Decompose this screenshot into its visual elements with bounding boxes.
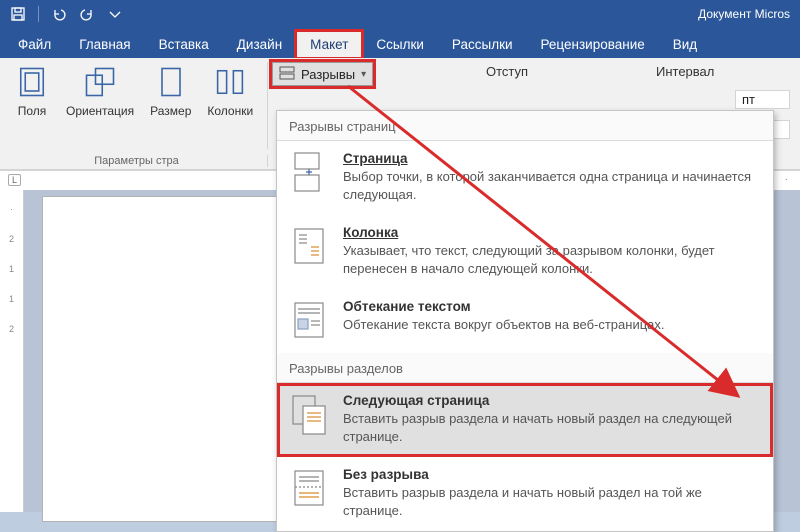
qat-separator <box>38 6 39 22</box>
margins-button[interactable]: Поля <box>6 62 58 118</box>
break-wrap-title: Обтекание текстом <box>343 299 665 314</box>
vertical-ruler[interactable]: · 2 1 1 2 <box>0 190 24 512</box>
columns-icon <box>212 64 248 100</box>
page-break-icon <box>289 151 329 193</box>
titlebar: Документ Micros <box>0 0 800 28</box>
chevron-down-icon: ▾ <box>361 69 366 80</box>
margins-icon <box>14 64 50 100</box>
column-break-icon <box>289 225 329 267</box>
page-breaks-section: Разрывы страниц <box>277 111 773 141</box>
break-page-title: Страница <box>343 151 761 166</box>
tab-home[interactable]: Главная <box>65 31 144 58</box>
page-setup-group: Поля Ориентация Размер Колонки <box>6 62 268 149</box>
break-column-item[interactable]: Колонка Указывает, что текст, следующий … <box>277 215 773 289</box>
document-page[interactable] <box>42 196 302 522</box>
break-continuous-desc: Вставить разрыв раздела и начать новый р… <box>343 484 761 519</box>
section-breaks-section: Разрывы разделов <box>277 353 773 383</box>
spacing-before-field[interactable]: пт <box>735 90 790 109</box>
paragraph-group: Отступ Интервал <box>486 64 528 79</box>
break-page-desc: Выбор точки, в которой заканчивается одн… <box>343 168 761 203</box>
spacing-label: Интервал <box>656 64 714 79</box>
break-next-page-desc: Вставить разрыв раздела и начать новый р… <box>343 410 761 445</box>
break-column-title: Колонка <box>343 225 761 240</box>
tab-design[interactable]: Дизайн <box>223 31 296 58</box>
break-wrap-item[interactable]: Обтекание текстом Обтекание текста вокру… <box>277 289 773 353</box>
break-continuous-item[interactable]: Без разрыва Вставить разрыв раздела и на… <box>277 457 773 531</box>
breaks-icon <box>279 66 295 83</box>
text-wrap-icon <box>289 299 329 341</box>
margins-label: Поля <box>18 104 47 118</box>
columns-label: Колонки <box>207 104 253 118</box>
break-column-desc: Указывает, что текст, следующий за разры… <box>343 242 761 277</box>
next-page-break-icon <box>289 393 329 435</box>
break-page-item[interactable]: Страница Выбор точки, в которой заканчив… <box>277 141 773 215</box>
ribbon-tabs: Файл Главная Вставка Дизайн Макет Ссылки… <box>0 28 800 58</box>
indent-label: Отступ <box>486 64 528 79</box>
size-label: Размер <box>150 104 191 118</box>
breaks-label: Разрывы <box>301 67 355 82</box>
break-wrap-desc: Обтекание текста вокруг объектов на веб-… <box>343 316 665 334</box>
break-next-page-item[interactable]: Следующая страница Вставить разрыв разде… <box>277 383 773 457</box>
orientation-button[interactable]: Ориентация <box>58 62 142 118</box>
orientation-icon <box>82 64 118 100</box>
page-setup-caption: Параметры стра <box>6 155 268 167</box>
tab-references[interactable]: Ссылки <box>362 31 438 58</box>
undo-icon[interactable] <box>51 6 67 22</box>
breaks-button[interactable]: Разрывы ▾ <box>272 62 373 86</box>
tab-file[interactable]: Файл <box>4 31 65 58</box>
customize-qat-icon[interactable] <box>107 6 123 22</box>
tab-review[interactable]: Рецензирование <box>527 31 659 58</box>
breaks-menu: Разрывы страниц Страница Выбор точки, в … <box>276 110 774 532</box>
document-title: Документ Micros <box>698 7 800 21</box>
redo-icon[interactable] <box>79 6 95 22</box>
break-next-page-title: Следующая страница <box>343 393 761 408</box>
size-button[interactable]: Размер <box>142 62 199 118</box>
orientation-label: Ориентация <box>66 104 134 118</box>
tab-mailings[interactable]: Рассылки <box>438 31 527 58</box>
break-continuous-title: Без разрыва <box>343 467 761 482</box>
size-icon <box>153 64 189 100</box>
tab-view[interactable]: Вид <box>659 31 711 58</box>
ruler-corner[interactable]: L <box>8 175 21 186</box>
continuous-break-icon <box>289 467 329 509</box>
tab-layout[interactable]: Макет <box>296 31 362 58</box>
columns-button[interactable]: Колонки <box>199 62 261 118</box>
tab-insert[interactable]: Вставка <box>145 31 223 58</box>
save-icon[interactable] <box>10 6 26 22</box>
quick-access-toolbar <box>0 6 133 22</box>
